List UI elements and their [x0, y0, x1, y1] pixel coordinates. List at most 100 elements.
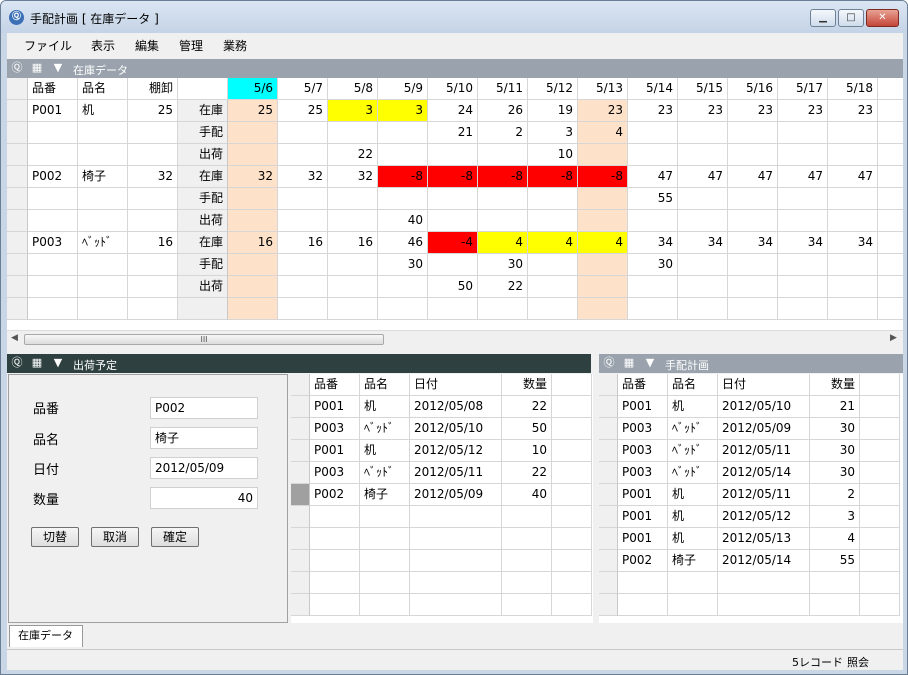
row-selector[interactable] — [291, 572, 310, 594]
grid-cell[interactable] — [278, 122, 328, 144]
table-cell[interactable] — [668, 572, 718, 594]
table-cell[interactable]: 2012/05/09 — [718, 418, 810, 440]
table-cell[interactable] — [860, 462, 900, 484]
table-cell[interactable]: P001 — [618, 484, 668, 506]
grid-cell[interactable]: 30 — [478, 254, 528, 276]
grid-cell[interactable] — [378, 144, 428, 166]
grid-cell[interactable]: 23 — [728, 100, 778, 122]
grid-cell[interactable] — [128, 144, 178, 166]
grid-cell[interactable] — [128, 122, 178, 144]
row-selector[interactable] — [7, 188, 28, 210]
table-cell[interactable]: P003 — [618, 418, 668, 440]
table-cell[interactable] — [810, 594, 860, 616]
row-selector[interactable] — [7, 166, 28, 188]
table-cell[interactable]: ﾍﾞｯﾄﾞ — [360, 418, 410, 440]
cancel-button[interactable]: 取消 — [91, 527, 139, 547]
stock-grid[interactable]: 品番 品名 棚卸 5/6 5/7 5/8 5/9 5/10 5/11 5/12 5/13 5/14 5/… — [7, 78, 903, 330]
grid-cell[interactable] — [878, 100, 903, 122]
menu-file[interactable]: ファイル — [24, 37, 72, 54]
grid-cell[interactable]: P003 — [28, 232, 78, 254]
grid-cell[interactable]: 25 — [228, 100, 278, 122]
row-selector[interactable] — [599, 572, 618, 594]
grid-cell[interactable] — [428, 298, 478, 320]
row-header-corner[interactable] — [599, 374, 618, 396]
table-cell[interactable] — [502, 572, 552, 594]
grid-cell[interactable] — [278, 298, 328, 320]
table-cell[interactable]: 22 — [502, 396, 552, 418]
table-cell[interactable] — [552, 418, 592, 440]
grid-cell[interactable] — [128, 298, 178, 320]
grid-cell[interactable]: 16 — [328, 232, 378, 254]
table-cell[interactable] — [552, 594, 592, 616]
grid-cell[interactable] — [878, 210, 903, 232]
grid-cell[interactable]: 4 — [578, 122, 628, 144]
col-header[interactable]: 5/16 — [728, 78, 778, 100]
table-cell[interactable]: 机 — [360, 396, 410, 418]
table-cell[interactable]: ﾍﾞｯﾄﾞ — [668, 418, 718, 440]
grid-cell[interactable]: 34 — [678, 232, 728, 254]
row-selector[interactable] — [7, 122, 28, 144]
row-selector[interactable] — [7, 100, 28, 122]
grid-cell[interactable] — [128, 254, 178, 276]
grid-cell[interactable]: 50 — [428, 276, 478, 298]
grid-cell[interactable] — [428, 144, 478, 166]
grid-cell[interactable] — [728, 144, 778, 166]
grid-cell[interactable] — [78, 254, 128, 276]
filter-icon[interactable]: ▼ — [643, 356, 657, 370]
grid-cell[interactable]: 32 — [228, 166, 278, 188]
table-cell[interactable] — [860, 594, 900, 616]
row-selector[interactable] — [599, 396, 618, 418]
grid-cell[interactable] — [378, 122, 428, 144]
row-selector[interactable] — [599, 484, 618, 506]
menu-business[interactable]: 業務 — [223, 37, 247, 54]
table-cell[interactable] — [860, 396, 900, 418]
stock-hscrollbar[interactable]: ◀ III ▶ — [7, 330, 903, 347]
grid-cell[interactable] — [228, 254, 278, 276]
col-header[interactable]: 5/18 — [828, 78, 878, 100]
grid-cell[interactable]: 在庫 — [178, 100, 228, 122]
grid-cell[interactable] — [778, 298, 828, 320]
table-cell[interactable]: P001 — [310, 440, 360, 462]
grid-cell[interactable] — [878, 276, 903, 298]
row-selector[interactable] — [291, 594, 310, 616]
grid-cell[interactable] — [528, 210, 578, 232]
grid-cell[interactable] — [578, 298, 628, 320]
grid-cell[interactable] — [628, 144, 678, 166]
table-cell[interactable] — [360, 528, 410, 550]
table-cell[interactable]: 椅子 — [360, 484, 410, 506]
table-cell[interactable] — [410, 506, 502, 528]
grid-cell[interactable] — [328, 188, 378, 210]
col-header[interactable] — [552, 374, 592, 396]
grid-cell[interactable]: 出荷 — [178, 276, 228, 298]
table-cell[interactable] — [860, 550, 900, 572]
grid-cell[interactable] — [228, 276, 278, 298]
grid-cell[interactable]: ﾍﾞｯﾄﾞ — [78, 232, 128, 254]
grid-cell[interactable] — [328, 298, 378, 320]
grid-cell[interactable]: 32 — [278, 166, 328, 188]
grid-cell[interactable]: -4 — [428, 232, 478, 254]
table-cell[interactable] — [360, 506, 410, 528]
table-cell[interactable] — [860, 418, 900, 440]
filter-icon[interactable]: ▼ — [51, 356, 65, 370]
table-cell[interactable]: 2012/05/10 — [718, 396, 810, 418]
grid-cell[interactable] — [728, 254, 778, 276]
table-cell[interactable]: 3 — [810, 506, 860, 528]
minimize-button[interactable]: ▁ — [810, 9, 836, 27]
table-cell[interactable]: P003 — [310, 462, 360, 484]
row-selector[interactable] — [291, 396, 310, 418]
table-cell[interactable] — [502, 528, 552, 550]
col-header[interactable]: 5/11 — [478, 78, 528, 100]
col-header[interactable]: 品番 — [618, 374, 668, 396]
grid-cell[interactable]: 手配 — [178, 188, 228, 210]
grid-cell[interactable] — [878, 144, 903, 166]
grid-cell[interactable] — [728, 122, 778, 144]
grid-cell[interactable] — [678, 298, 728, 320]
row-selector[interactable] — [291, 506, 310, 528]
col-header[interactable] — [860, 374, 900, 396]
menu-edit[interactable]: 編集 — [135, 37, 159, 54]
table-cell[interactable] — [860, 506, 900, 528]
col-header[interactable] — [178, 78, 228, 100]
grid-cell[interactable] — [778, 122, 828, 144]
grid-cell[interactable] — [678, 122, 728, 144]
grid-cell[interactable] — [228, 298, 278, 320]
